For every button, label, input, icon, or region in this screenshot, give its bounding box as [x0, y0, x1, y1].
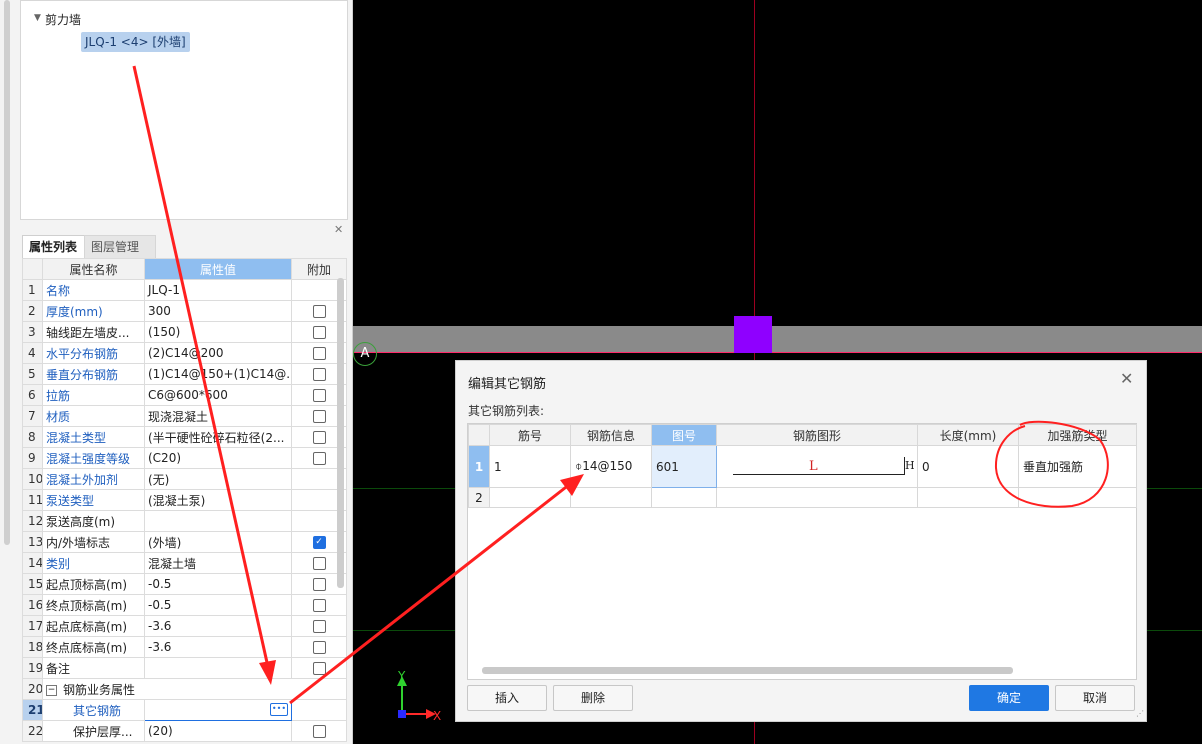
annotation-arrowhead-icon: [259, 660, 276, 685]
annotation-overlay: [132, 65, 1109, 705]
annotation-arrow-line: [289, 482, 571, 705]
annotation-arrow-line: [132, 65, 270, 668]
annotation-arrowhead-icon: [560, 474, 584, 496]
annotation-circle: [994, 420, 1109, 508]
